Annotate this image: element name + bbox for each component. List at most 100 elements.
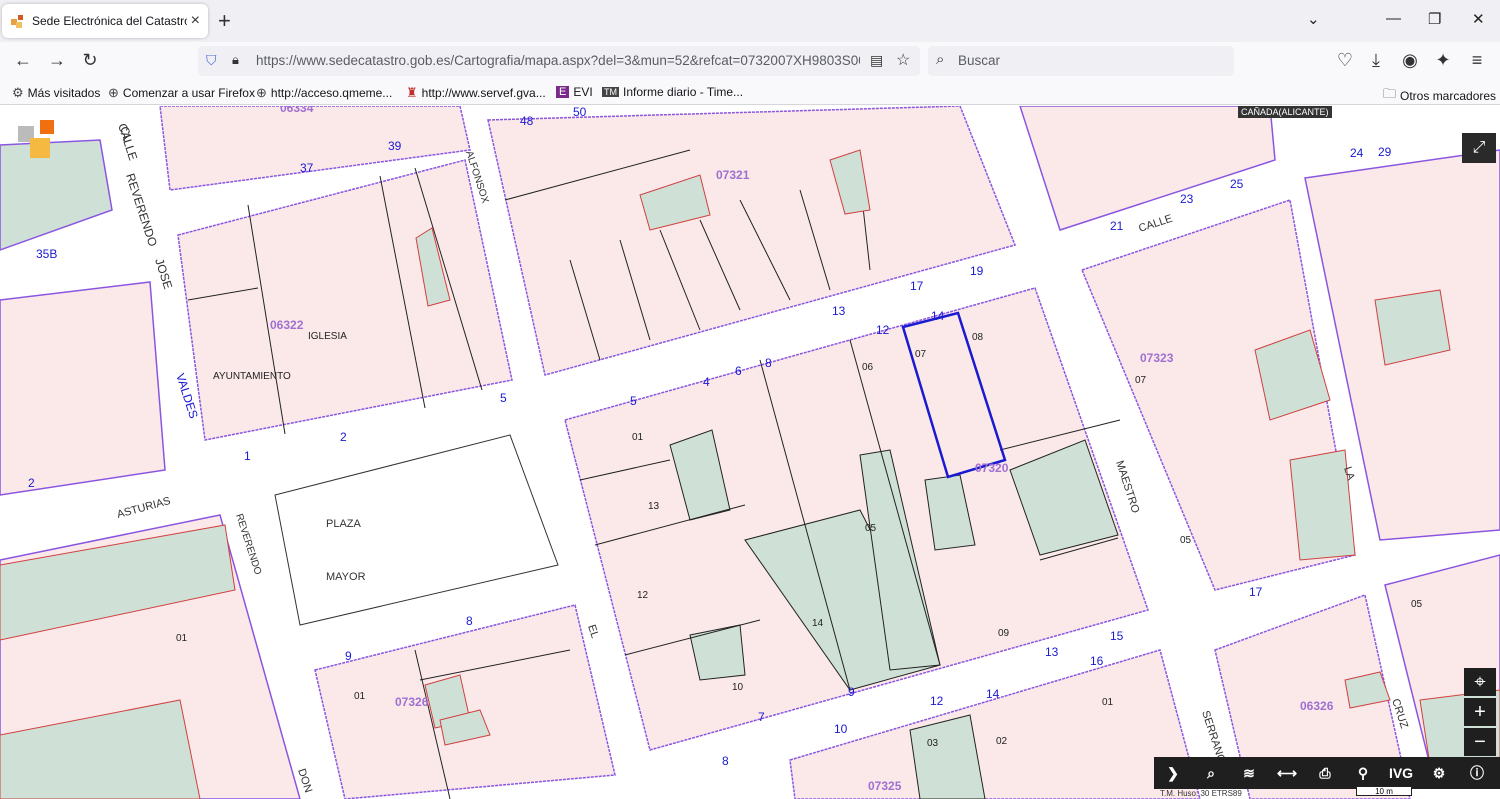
- parcel-green-07323b: [1289, 449, 1356, 561]
- pocket-icon[interactable]: ♡: [1334, 50, 1356, 71]
- parcel-number-05b: 05: [1180, 535, 1192, 546]
- plaza-label: PLAZA: [326, 518, 362, 530]
- info-icon[interactable]: ⓘ: [1458, 757, 1496, 789]
- search-bar[interactable]: ⌕ Buscar: [928, 46, 1234, 76]
- parcel-number-09: 09: [998, 628, 1010, 639]
- search-icon: ⌕: [936, 51, 945, 68]
- street-number-23: 23: [1180, 192, 1194, 206]
- url-bar[interactable]: ⛉ 🔒︎ https://www.sedecatastro.gob.es/Car…: [198, 46, 920, 76]
- parcel-number-13: 13: [648, 501, 660, 512]
- map-canvas[interactable]: CL CALLE REVERENDO JOSE VALDES ALFONSOX …: [0, 106, 1500, 799]
- parcel-green-low: [689, 624, 746, 681]
- search-map-icon[interactable]: ⌕: [1192, 757, 1230, 789]
- restore-icon[interactable]: ❐: [1428, 10, 1441, 28]
- scale-bar: 10 m: [1356, 786, 1412, 796]
- plaza-mayor: [274, 434, 559, 626]
- zoom-out-button[interactable]: −: [1464, 728, 1496, 756]
- new-tab-button[interactable]: +: [218, 8, 231, 34]
- street-label-jose: JOSE: [152, 257, 175, 291]
- street-label-reverendo2: REVERENDO: [233, 513, 263, 577]
- print-icon[interactable]: ⎙: [1306, 757, 1344, 789]
- parcel-number-05: 05: [865, 523, 877, 534]
- zoom-in-button[interactable]: +: [1464, 698, 1496, 726]
- bookmark-label: Más visitados: [27, 86, 101, 100]
- block-number-07326: 07326: [395, 695, 429, 709]
- bookmark-star-icon[interactable]: ☆: [896, 50, 910, 70]
- street-number-37: 37: [300, 161, 314, 175]
- street-label-el: EL: [585, 623, 601, 640]
- bookmark-label: http://acceso.qmeme...: [270, 86, 393, 100]
- minimize-icon[interactable]: —: [1386, 10, 1401, 27]
- bookmark-evi[interactable]: E EVI: [556, 85, 593, 99]
- globe-icon: ⊕: [108, 85, 119, 100]
- account-icon[interactable]: ◉: [1399, 50, 1421, 71]
- street-number-8: 8: [722, 754, 729, 768]
- bookmark-qmeme[interactable]: ⊕ http://acceso.qmeme...: [256, 85, 392, 101]
- street-label-asturias: ASTURIAS: [116, 495, 172, 521]
- street-number-19: 19: [970, 264, 984, 278]
- downloads-icon[interactable]: ⤓: [1365, 50, 1387, 71]
- close-tab-icon[interactable]: ×: [191, 12, 200, 30]
- street-number-2b: 2: [28, 476, 35, 490]
- bookmark-most-visited[interactable]: ⚙ Más visitados: [12, 85, 100, 101]
- bookmark-timeline[interactable]: TM Informe diario - Time...: [602, 85, 743, 99]
- map-toolbar: ❯ ⌕ ≋ ⟷ ⎙ ⚲ IVG ⚙ ⓘ: [1154, 757, 1500, 789]
- parcel-label-iglesia: IGLESIA: [308, 331, 347, 342]
- block-number-06326: 06326: [1300, 699, 1334, 713]
- url-text[interactable]: https://www.sedecatastro.gob.es/Cartogra…: [256, 53, 860, 68]
- street-number-16: 16: [1090, 654, 1104, 668]
- tab-list-icon[interactable]: ⌄: [1307, 10, 1320, 28]
- other-bookmarks[interactable]: 🗀︎ Otros marcadores: [1383, 85, 1496, 107]
- block-left-red: [0, 281, 166, 496]
- reload-icon[interactable]: ↻: [79, 50, 101, 71]
- street-number-25: 25: [1230, 177, 1244, 191]
- bookmark-servef[interactable]: ♜ http://www.servef.gva...: [406, 85, 546, 101]
- parcel-number-01d: 01: [1102, 697, 1114, 708]
- back-icon[interactable]: ←: [12, 50, 34, 71]
- parcel-number-08: 08: [972, 332, 984, 343]
- street-label-maestro: MAESTRO: [1113, 459, 1141, 515]
- gear-icon: ⚙: [12, 85, 24, 100]
- tools-icon[interactable]: ⚙: [1420, 757, 1458, 789]
- cadastral-map[interactable]: CL CALLE REVERENDO JOSE VALDES ALFONSOX …: [0, 106, 1500, 799]
- close-window-icon[interactable]: ✕: [1472, 10, 1485, 28]
- parcel-number-03: 03: [927, 738, 939, 749]
- bookmark-label: Informe diario - Time...: [623, 85, 744, 99]
- fullscreen-button[interactable]: ⤢: [1462, 133, 1496, 163]
- nav-bar: ← → ↻ ⛉ 🔒︎ https://www.sedecatastro.gob.…: [0, 42, 1500, 80]
- tab-title: Sede Electrónica del Catastro - I: [32, 14, 187, 28]
- street-number-6: 6: [735, 364, 742, 378]
- street-number-29: 29: [1378, 145, 1392, 159]
- bookmark-label: Otros marcadores: [1400, 89, 1497, 103]
- ivg-button[interactable]: IVG: [1382, 757, 1420, 789]
- tab-active[interactable]: Sede Electrónica del Catastro - I ×: [2, 4, 208, 38]
- projection-label: T.M. Huso: 30 ETRS89: [1160, 789, 1242, 798]
- parcel-number-14: 14: [812, 618, 824, 629]
- block-number-07325: 07325: [868, 779, 902, 793]
- block-number-07320: 07320: [975, 461, 1009, 475]
- locate-button[interactable]: ⌖: [1464, 668, 1496, 696]
- expand-toolbar-icon[interactable]: ❯: [1154, 757, 1192, 789]
- street-number-8b: 8: [466, 614, 473, 628]
- street-number-14: 14: [931, 309, 945, 323]
- extensions-icon[interactable]: ✦: [1432, 50, 1454, 71]
- layers-icon[interactable]: ≋: [1230, 757, 1268, 789]
- parcel-number-10: 10: [732, 682, 744, 693]
- lock-icon[interactable]: 🔒︎: [232, 52, 239, 68]
- street-number-4: 4: [703, 375, 710, 389]
- menu-icon[interactable]: ≡: [1466, 50, 1488, 71]
- parcel-label-ayuntamiento: AYUNTAMIENTO: [213, 371, 291, 382]
- bookmark-firefox[interactable]: ⊕ Comenzar a usar Firefox: [108, 85, 255, 101]
- parcel-number-07: 07: [915, 349, 927, 360]
- shield-icon[interactable]: ⛉: [206, 52, 217, 69]
- catastro-favicon-icon: [11, 15, 23, 28]
- street-number-12b: 12: [930, 694, 944, 708]
- measure-icon[interactable]: ⟷: [1268, 757, 1306, 789]
- evi-icon: E: [556, 86, 570, 98]
- street-number-5: 5: [500, 391, 507, 405]
- forward-icon[interactable]: →: [46, 50, 68, 71]
- reader-view-icon[interactable]: ▤: [870, 52, 883, 69]
- block-number-07321: 07321: [716, 168, 750, 182]
- block-number-07323: 07323: [1140, 351, 1174, 365]
- reference-icon[interactable]: ⚲: [1344, 757, 1382, 789]
